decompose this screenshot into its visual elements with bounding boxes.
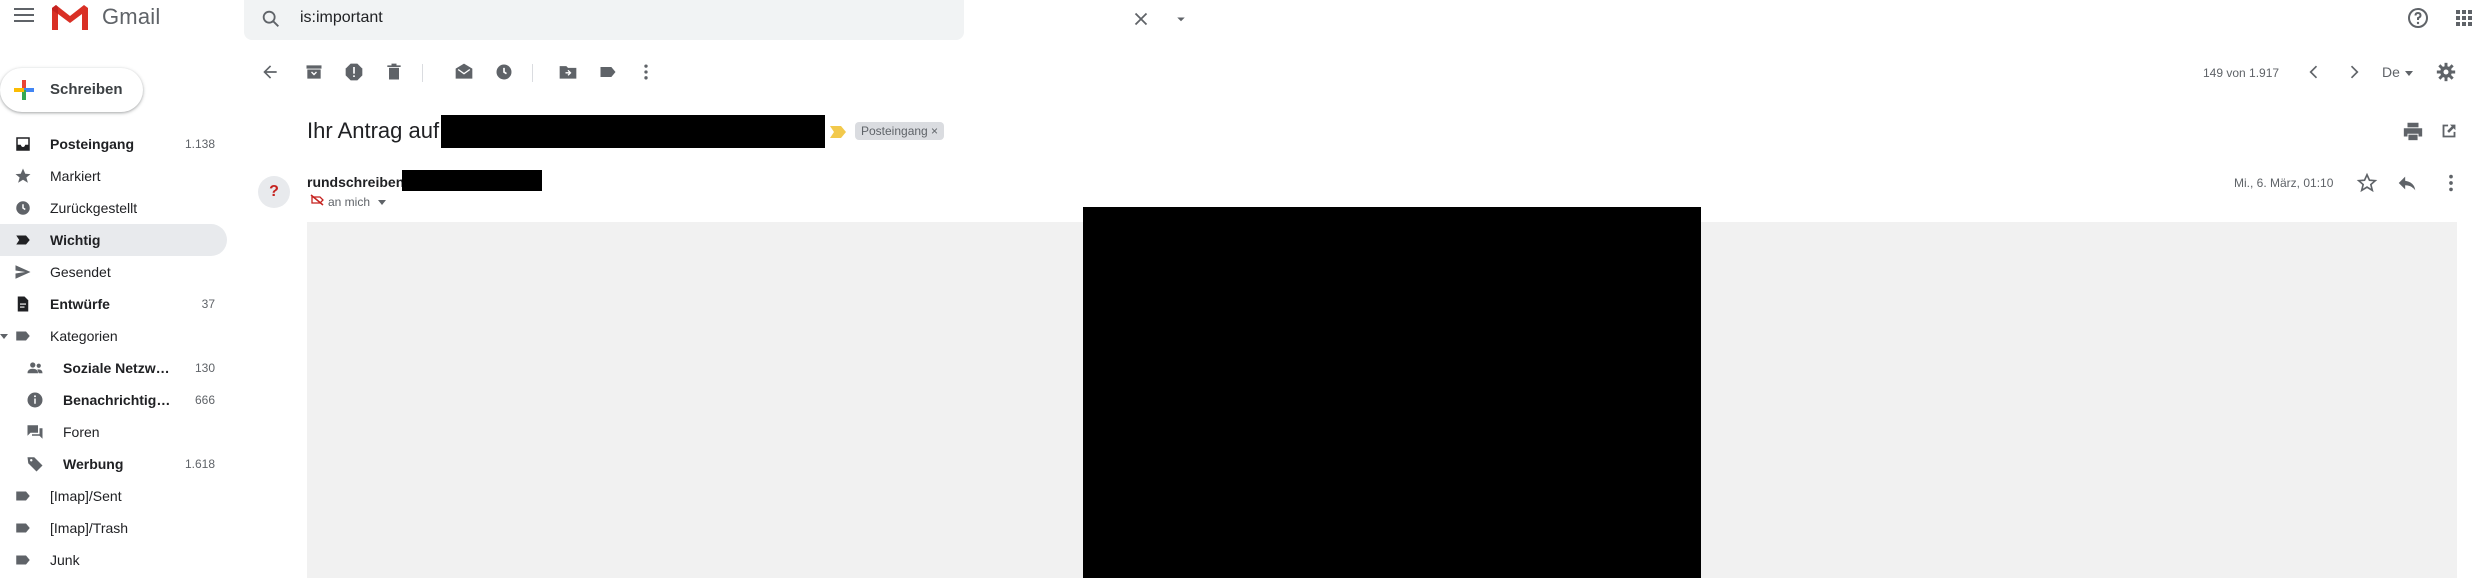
sender-avatar: ? xyxy=(258,176,290,208)
forum-icon xyxy=(27,425,43,439)
sidebar-item-starred[interactable]: Markiert xyxy=(0,160,227,192)
move-to-icon[interactable] xyxy=(558,62,578,82)
message-subject: Ihr Antrag auf xyxy=(307,118,440,143)
message-date: Mi., 6. März, 01:10 xyxy=(2234,176,2334,190)
redacted-message-content xyxy=(1083,207,1701,578)
mark-unread-icon[interactable] xyxy=(454,62,474,82)
sidebar-item-count: 37 xyxy=(201,297,215,311)
sender-name[interactable]: rundschreiben xyxy=(307,174,404,190)
next-page-icon[interactable] xyxy=(2344,62,2364,82)
sidebar-item-label: Posteingang xyxy=(50,136,135,152)
recipient-label[interactable]: an mich xyxy=(328,195,370,209)
search-input[interactable]: is:important xyxy=(300,9,383,27)
sidebar-item-count: 1.138 xyxy=(184,137,215,151)
sidebar-item-snoozed[interactable]: Zurückgestellt xyxy=(0,192,227,224)
important-icon xyxy=(16,235,30,245)
sidebar-item-label: Entwürfe xyxy=(50,296,110,312)
redacted-sender-address xyxy=(402,170,542,191)
gmail-logo-icon[interactable] xyxy=(50,2,90,32)
redacted-subject xyxy=(441,115,825,148)
collapse-caret-icon[interactable] xyxy=(0,332,8,340)
sidebar-item-drafts[interactable]: Entwürfe 37 xyxy=(0,288,227,320)
settings-gear-icon[interactable] xyxy=(2436,62,2456,82)
labels-icon[interactable] xyxy=(598,62,618,82)
message-toolbar xyxy=(244,56,2483,88)
previous-page-icon[interactable] xyxy=(2304,62,2324,82)
sidebar-item-sent[interactable]: Gesendet xyxy=(0,256,227,288)
sidebar-item-junk[interactable]: Junk xyxy=(0,544,227,576)
language-dropdown-icon[interactable] xyxy=(2404,68,2414,78)
info-icon xyxy=(27,392,43,408)
print-icon[interactable] xyxy=(2402,120,2424,142)
top-bar: Gmail is:important xyxy=(0,0,2483,40)
tag-icon xyxy=(27,457,43,472)
main-menu-icon[interactable] xyxy=(14,8,34,24)
toolbar-divider xyxy=(532,64,533,82)
archive-icon[interactable] xyxy=(304,62,324,82)
sidebar-item-label: Junk xyxy=(50,552,80,568)
clock-icon xyxy=(16,201,30,215)
sidebar-item-count: 130 xyxy=(194,361,215,375)
more-actions-icon[interactable] xyxy=(2440,172,2462,194)
sidebar-item-label: Gesendet xyxy=(50,264,111,280)
sidebar-item-categories[interactable]: Kategorien xyxy=(0,320,227,352)
sidebar-item-label: Foren xyxy=(63,424,100,440)
sidebar-item-imap-trash[interactable]: [Imap]/Trash xyxy=(0,512,227,544)
apps-grid-icon[interactable] xyxy=(2452,6,2476,30)
compose-button[interactable]: Schreiben xyxy=(0,68,143,112)
pagination-count: 149 von 1.917 xyxy=(2203,66,2280,80)
sidebar-item-label: Markiert xyxy=(50,168,101,184)
important-marker-icon[interactable] xyxy=(830,126,846,138)
sidebar-item-forums[interactable]: Foren xyxy=(0,416,227,448)
sidebar-item-label: [Imap]/Sent xyxy=(50,488,122,504)
sidebar-item-label: Zurückgestellt xyxy=(50,200,138,216)
sidebar: Posteingang 1.138 Markiert Zurückgestell… xyxy=(0,128,230,576)
sidebar-item-inbox[interactable]: Posteingang 1.138 xyxy=(0,128,227,160)
reply-icon[interactable] xyxy=(2396,172,2418,194)
sidebar-item-label: Benachrichtigu… xyxy=(63,392,173,408)
sidebar-item-updates[interactable]: Benachrichtigu… 666 xyxy=(0,384,227,416)
label-icon xyxy=(16,491,30,501)
help-icon[interactable] xyxy=(2406,6,2430,30)
sidebar-item-imap-sent[interactable]: [Imap]/Sent xyxy=(0,480,227,512)
sidebar-item-label: Soziale Netzwe… xyxy=(63,360,173,376)
sidebar-item-label: [Imap]/Trash xyxy=(50,520,129,536)
inbox-icon xyxy=(16,137,30,151)
sidebar-item-label: Kategorien xyxy=(50,328,118,344)
app-name: Gmail xyxy=(102,4,161,29)
toolbar-divider xyxy=(422,64,423,82)
label-icon xyxy=(16,523,30,533)
sidebar-item-label: Wichtig xyxy=(50,232,101,248)
delete-icon[interactable] xyxy=(384,62,404,82)
not-important-indicator-icon xyxy=(310,194,324,206)
search-options-icon[interactable] xyxy=(1172,10,1190,28)
people-icon xyxy=(27,362,43,374)
compose-plus-icon xyxy=(14,80,34,100)
draft-icon xyxy=(17,296,29,312)
more-options-icon[interactable] xyxy=(636,62,656,82)
clear-search-icon[interactable] xyxy=(1130,8,1152,30)
label-icon xyxy=(16,331,30,341)
sidebar-item-label: Werbung xyxy=(63,456,124,472)
language-selector[interactable]: De xyxy=(2382,64,2400,80)
star-outline-icon[interactable] xyxy=(2356,172,2378,194)
label-icon xyxy=(16,555,30,565)
compose-label: Schreiben xyxy=(50,81,123,98)
search-bar[interactable]: is:important xyxy=(244,0,1185,40)
send-icon xyxy=(15,265,31,279)
open-in-new-window-icon[interactable] xyxy=(2438,120,2460,142)
search-icon[interactable] xyxy=(260,8,282,30)
label-chip-inbox[interactable]: Posteingang × xyxy=(855,122,945,140)
sidebar-item-important[interactable]: Wichtig xyxy=(0,224,227,256)
sidebar-item-count: 1.618 xyxy=(184,457,215,471)
snooze-icon[interactable] xyxy=(494,62,514,82)
details-dropdown-icon[interactable] xyxy=(378,200,386,206)
sidebar-item-promotions[interactable]: Werbung 1.618 xyxy=(0,448,227,480)
sidebar-item-social[interactable]: Soziale Netzwe… 130 xyxy=(0,352,227,384)
back-arrow-icon[interactable] xyxy=(260,62,280,82)
star-icon xyxy=(15,168,31,183)
sidebar-item-count: 666 xyxy=(194,393,215,407)
report-spam-icon[interactable] xyxy=(344,62,364,82)
